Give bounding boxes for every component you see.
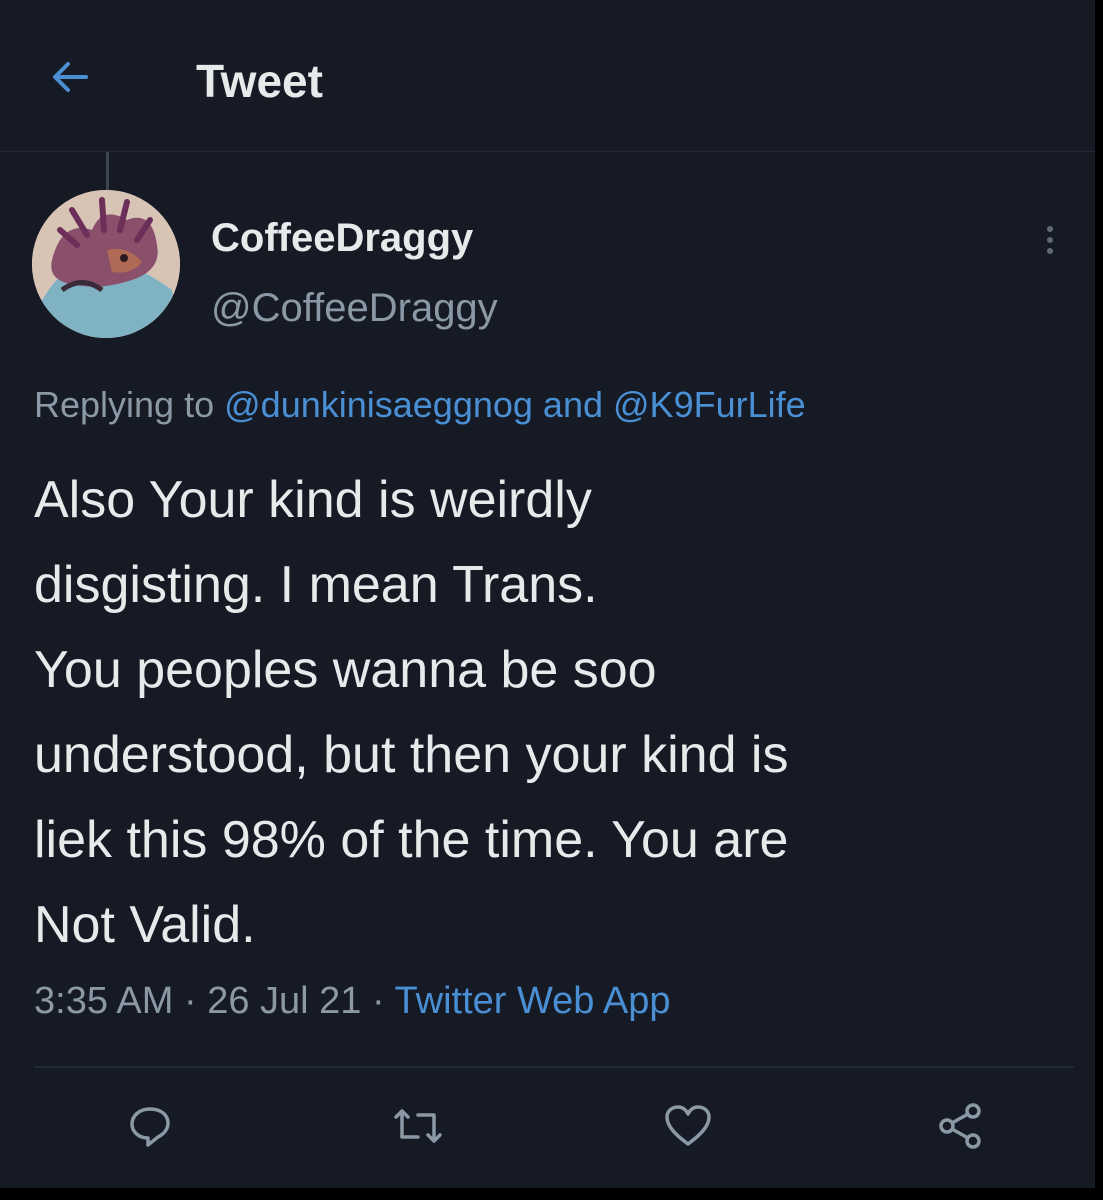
author-handle[interactable]: @CoffeeDraggy: [211, 286, 498, 331]
replying-to-prefix: Replying to: [34, 384, 215, 425]
tweet-text-line: You peoples wanna be soo: [34, 641, 657, 699]
more-dot-icon: [1047, 237, 1053, 243]
tweet-time[interactable]: 3:35 AM: [34, 980, 173, 1022]
tweet-text-line: Not Valid.: [34, 896, 256, 954]
meta-separator: ·: [183, 980, 197, 1022]
top-bar: Tweet: [0, 0, 1095, 152]
like-icon: [665, 1105, 711, 1146]
reply-icon: [130, 1107, 170, 1147]
more-dot-icon: [1047, 226, 1053, 232]
reply-button[interactable]: [120, 1096, 180, 1156]
thread-connector-line: [106, 152, 109, 190]
share-icon: [939, 1103, 981, 1149]
tweet-text-line: liek this 98% of the time. You are: [34, 811, 789, 869]
tweet-text-line: Also Your kind is weirdly: [34, 471, 592, 529]
tweet-text-line: disgisting. I mean Trans.: [34, 556, 598, 614]
divider: [34, 1066, 1074, 1068]
share-button[interactable]: [930, 1096, 990, 1156]
mention-link[interactable]: @K9FurLife: [613, 384, 806, 425]
more-options-button[interactable]: [1030, 218, 1070, 262]
like-button[interactable]: [658, 1096, 718, 1156]
more-dot-icon: [1047, 248, 1053, 254]
mention-conjunction: and: [542, 384, 603, 425]
mention-link[interactable]: @dunkinisaeggnog: [224, 384, 533, 425]
replying-to: Replying to @dunkinisaeggnog and @K9FurL…: [34, 384, 806, 426]
action-bar: [0, 1096, 1095, 1166]
arrow-left-icon: [53, 62, 88, 92]
tweet-metadata: 3:35 AM · 26 Jul 21 · Twitter Web App: [34, 980, 671, 1023]
back-button[interactable]: [48, 55, 92, 99]
avatar[interactable]: [32, 190, 180, 338]
retweet-button[interactable]: [388, 1096, 448, 1156]
avatar-image: [32, 190, 180, 338]
author-display-name[interactable]: CoffeeDraggy: [211, 216, 473, 261]
tweet-body: Also Your kind is weirdly disgisting. I …: [34, 458, 1064, 968]
meta-separator: ·: [372, 980, 385, 1022]
tweet-source-link[interactable]: Twitter Web App: [395, 980, 671, 1022]
tweet-text-line: understood, but then your kind is: [34, 726, 789, 784]
tweet-screen: Tweet CoffeeDraggy @CoffeeDraggy Replyin…: [0, 0, 1095, 1188]
retweet-icon: [394, 1109, 442, 1143]
tweet-date[interactable]: 26 Jul 21: [207, 980, 361, 1022]
page-title: Tweet: [196, 55, 323, 107]
